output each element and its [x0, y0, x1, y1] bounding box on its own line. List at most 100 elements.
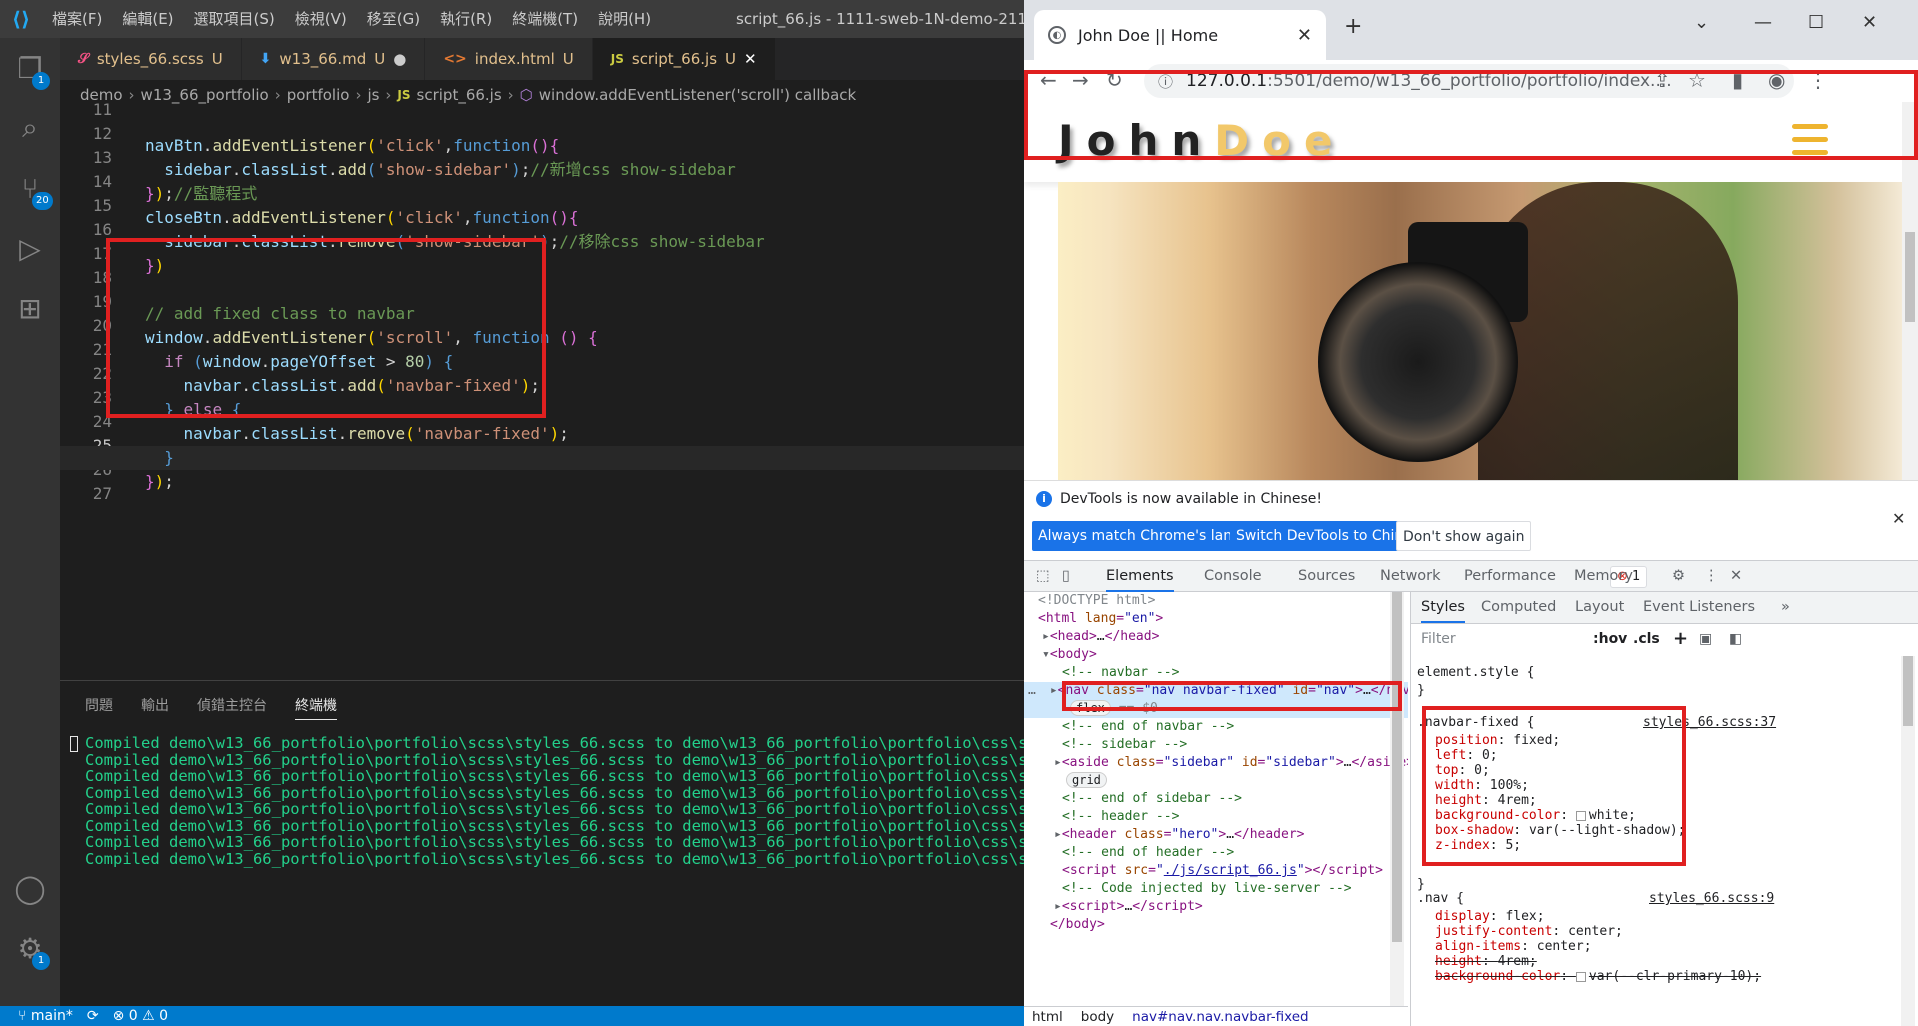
- event-listeners-tab[interactable]: Event Listeners: [1643, 592, 1755, 623]
- menu-item[interactable]: 終端機(T): [502, 0, 588, 38]
- hamburger-menu-icon[interactable]: [1792, 124, 1828, 156]
- line-number: 11: [92, 100, 112, 119]
- computed-tab[interactable]: Computed: [1481, 592, 1556, 623]
- inspect-element-icon[interactable]: ⬚: [1036, 561, 1050, 592]
- hover-state-button[interactable]: :hov: [1593, 626, 1627, 652]
- source-control-icon[interactable]: ⑂ 20: [0, 158, 60, 218]
- devtools-tab-memory[interactable]: Memory: [1574, 561, 1633, 592]
- more-tabs-icon[interactable]: »: [1781, 592, 1790, 623]
- class-toggle-button[interactable]: .cls: [1633, 626, 1660, 652]
- account-icon[interactable]: ◯: [0, 858, 60, 918]
- unsaved-dot-icon[interactable]: ●: [393, 50, 406, 68]
- side-panel-icon[interactable]: ▮: [1732, 68, 1743, 92]
- tab-script-js[interactable]: JS script_66.js U ✕: [592, 38, 776, 80]
- chrome-menu-icon[interactable]: ⋮: [1808, 68, 1828, 92]
- navbar-fixed-source-link[interactable]: styles_66.scss:37: [1643, 714, 1776, 732]
- run-debug-icon[interactable]: ▷: [0, 218, 60, 278]
- profile-avatar-icon[interactable]: ◉: [1768, 68, 1785, 92]
- elements-scrollbar[interactable]: [1390, 592, 1404, 1006]
- terminal-cursor: [70, 736, 78, 752]
- tab-w13-md[interactable]: ⬇ w13_66.md U ●: [241, 38, 426, 80]
- browser-tab[interactable]: ◐ John Doe || Home ✕: [1034, 10, 1326, 60]
- explorer-icon[interactable]: ❐ 1: [0, 38, 60, 98]
- styles-scrollbar[interactable]: [1901, 656, 1915, 1026]
- page-scrollbar[interactable]: [1902, 102, 1918, 480]
- elements-tree[interactable]: <!DOCTYPE html> <html lang="en"> ▸<head>…: [1024, 592, 1408, 1006]
- layout-tab[interactable]: Layout: [1575, 592, 1624, 623]
- nav-selector[interactable]: .nav {: [1417, 890, 1464, 908]
- maximize-icon[interactable]: ☐: [1808, 12, 1824, 33]
- search-icon[interactable]: ⌕: [0, 98, 60, 158]
- back-arrow-icon[interactable]: ←: [1040, 68, 1057, 92]
- devtools-tab-console[interactable]: Console: [1204, 561, 1262, 592]
- panel-tab-terminal[interactable]: 終端機: [295, 695, 337, 720]
- settings-gear-icon[interactable]: ⚙ 1: [0, 918, 60, 978]
- css-prop-name: background-color: [1435, 808, 1561, 823]
- new-rule-button[interactable]: +: [1673, 626, 1688, 652]
- tab-search-chevron-down-icon[interactable]: ⌄: [1694, 12, 1709, 33]
- crumb-nav[interactable]: nav#nav.nav.navbar-fixed: [1132, 1009, 1308, 1025]
- sync-icon[interactable]: ⟳: [87, 1008, 99, 1024]
- close-devtools-icon[interactable]: ✕: [1730, 561, 1742, 592]
- menu-item[interactable]: 執行(R): [430, 0, 502, 38]
- menu-item[interactable]: 檢視(V): [285, 0, 357, 38]
- crumb-html[interactable]: html: [1032, 1009, 1063, 1025]
- devtools-settings-gear-icon[interactable]: ⚙: [1672, 561, 1685, 592]
- navbar-fixed-selector[interactable]: .navbar-fixed {: [1417, 714, 1534, 732]
- site-logo[interactable]: JohnDoe: [1058, 116, 1346, 165]
- menu-item[interactable]: 編輯(E): [112, 0, 183, 38]
- new-tab-button[interactable]: +: [1344, 14, 1362, 39]
- tab-styles-scss[interactable]: 𝒮 styles_66.scss U: [60, 38, 242, 80]
- styles-filter-input[interactable]: Filter: [1417, 626, 1597, 652]
- element-style-rule[interactable]: element.style {: [1417, 664, 1534, 682]
- menu-item[interactable]: 說明(H): [588, 0, 661, 38]
- dont-show-again-button[interactable]: Don't show again: [1396, 521, 1532, 551]
- close-tab-icon[interactable]: ✕: [1297, 25, 1312, 46]
- menu-item[interactable]: 檔案(F): [42, 0, 112, 38]
- status-bar: ⑂ main* ⟳ ⊗ 0 ⚠ 0: [0, 1006, 1024, 1026]
- branch-indicator[interactable]: ⑂ main*: [18, 1008, 73, 1024]
- code-editor[interactable]: 1112131415161718192021222324252627 navBt…: [60, 100, 1024, 680]
- tab-label: styles_66.scss: [96, 50, 204, 68]
- menu-item[interactable]: 選取項目(S): [184, 0, 285, 38]
- selected-node[interactable]: … ▸<nav class="nav navbar-fixed" id="nav"…: [1024, 682, 1408, 718]
- close-tab-icon[interactable]: ✕: [744, 50, 757, 68]
- terminal-line: Compiled demo\w13_66_portfolio\portfolio…: [85, 849, 1024, 868]
- bookmark-star-icon[interactable]: ☆: [1688, 68, 1706, 92]
- devtools-more-icon[interactable]: ⋮: [1704, 561, 1719, 592]
- share-icon[interactable]: ⇪: [1654, 68, 1671, 92]
- color-swatch-icon[interactable]: [1575, 971, 1586, 982]
- panel-tab-output[interactable]: 輸出: [141, 695, 169, 720]
- css-prop-name: left: [1435, 748, 1467, 763]
- device-toolbar-icon[interactable]: ▯: [1062, 561, 1070, 592]
- tab-index-html[interactable]: <> index.html U: [425, 38, 593, 80]
- crumb-body[interactable]: body: [1081, 1009, 1114, 1025]
- css-prop-value: var(--light-shadow);: [1528, 823, 1686, 838]
- forward-arrow-icon[interactable]: →: [1072, 68, 1089, 92]
- computed-styles-toggle-icon[interactable]: ▣: [1699, 626, 1712, 652]
- styles-tab[interactable]: Styles: [1421, 592, 1465, 623]
- sidebar-toggle-icon[interactable]: ◧: [1729, 626, 1742, 652]
- collapse-arrow-icon[interactable]: ▾: [1024, 647, 1050, 662]
- devtools-tab-network[interactable]: Network: [1380, 561, 1441, 592]
- color-swatch-icon[interactable]: [1575, 810, 1586, 821]
- panel-tab-debug-console[interactable]: 偵錯主控台: [197, 695, 267, 720]
- close-notice-icon[interactable]: ✕: [1892, 509, 1905, 528]
- expand-arrow-icon[interactable]: ▸: [1024, 629, 1050, 644]
- devtools-tab-sources[interactable]: Sources: [1298, 561, 1355, 592]
- close-window-icon[interactable]: ✕: [1862, 12, 1877, 33]
- problems-indicator[interactable]: ⊗ 0 ⚠ 0: [113, 1008, 168, 1024]
- css-prop-value: 0;: [1474, 763, 1490, 778]
- css-property[interactable]: z-index: 5;: [1435, 837, 1521, 855]
- editor-tabs: 𝒮 styles_66.scss U ⬇ w13_66.md U ● <> in…: [60, 38, 1024, 80]
- nav-source-link[interactable]: styles_66.scss:9: [1649, 890, 1774, 908]
- info-icon: i: [1036, 491, 1052, 507]
- css-property[interactable]: background-color: var(--clr-primary-10);: [1435, 968, 1761, 986]
- devtools-tab-performance[interactable]: Performance: [1464, 561, 1556, 592]
- minimize-icon[interactable]: —: [1754, 12, 1772, 33]
- menu-item[interactable]: 移至(G): [357, 0, 430, 38]
- devtools-tab-elements[interactable]: Elements: [1106, 561, 1174, 592]
- extensions-icon[interactable]: ⊞: [0, 278, 60, 338]
- reload-icon[interactable]: ↻: [1106, 68, 1123, 92]
- panel-tab-problems[interactable]: 問題: [85, 695, 113, 720]
